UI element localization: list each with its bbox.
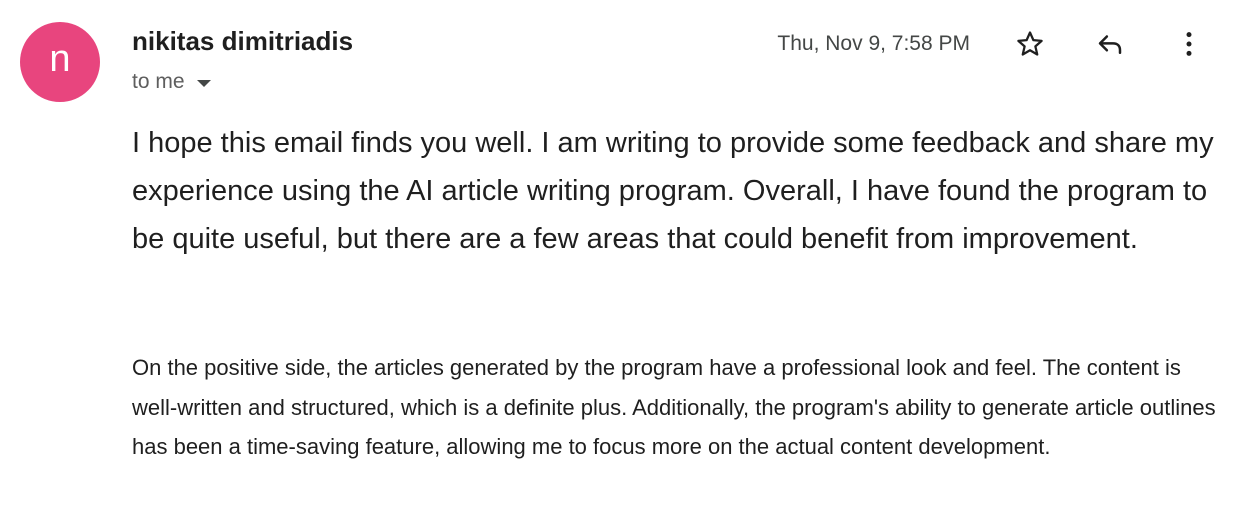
sender-name[interactable]: nikitas dimitriadis [132,24,353,58]
reply-button[interactable] [1088,22,1132,66]
message-paragraph: On the positive side, the articles gener… [132,355,1216,459]
more-options-button[interactable] [1167,22,1211,66]
avatar-letter: n [49,38,71,80]
recipient-details-toggle[interactable]: to me [132,68,211,96]
chevron-down-icon [196,79,211,87]
sender-avatar[interactable]: n [20,22,100,102]
star-icon [1017,31,1043,56]
more-vert-icon [1186,32,1192,56]
reply-icon [1098,35,1122,54]
message-paragraph: I hope this email finds you well. I am w… [132,127,1214,255]
recipient-label: to me [132,70,185,93]
star-button[interactable] [1008,22,1052,66]
message-timestamp: Thu, Nov 9, 7:58 PM [777,32,970,55]
